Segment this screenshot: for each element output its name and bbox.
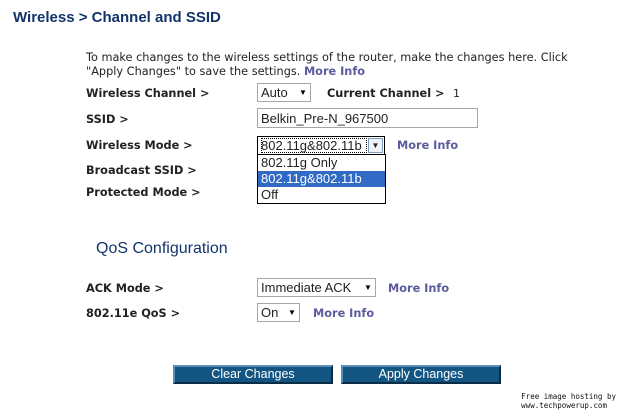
apply-changes-button[interactable]: Apply Changes [341,365,501,384]
page-title: Wireless > Channel and SSID [13,9,221,26]
ack-mode-label: ACK Mode > [86,282,164,295]
ack-mode-select[interactable]: Immediate ACK ▼ [257,278,376,297]
current-channel-value: 1 [453,87,460,100]
intro-more-info-link[interactable]: More Info [304,65,365,78]
wireless-mode-value: 802.11g&802.11b [261,138,367,153]
broadcast-ssid-label: Broadcast SSID > [86,164,197,177]
qos-80211e-value: On [261,305,279,320]
ack-mode-more-info-link[interactable]: More Info [388,282,449,295]
ssid-label: SSID > [86,113,129,126]
wireless-mode-label: Wireless Mode > [86,139,193,152]
wireless-mode-more-info-link[interactable]: More Info [397,139,458,152]
watermark-line-2: www.techpowerup.com [521,401,607,410]
chevron-down-icon: ▼ [364,283,372,292]
wireless-mode-option[interactable]: 802.11g Only [258,155,385,171]
wireless-mode-option[interactable]: Off [258,187,385,203]
chevron-down-icon: ▼ [288,308,296,317]
clear-changes-button[interactable]: Clear Changes [173,365,333,384]
wireless-channel-value: Auto [261,85,288,100]
wireless-channel-select[interactable]: Auto ▼ [257,83,311,102]
wireless-channel-label: Wireless Channel > [86,87,210,100]
ack-mode-value: Immediate ACK [261,280,352,295]
chevron-down-icon: ▼ [299,88,307,97]
qos-80211e-more-info-link[interactable]: More Info [313,307,374,320]
wireless-mode-option-selected[interactable]: 802.11g&802.11b [258,171,385,187]
intro-text: To make changes to the wireless settings… [86,51,596,79]
qos-80211e-select[interactable]: On ▼ [257,303,300,322]
wireless-mode-select[interactable]: 802.11g&802.11b ▼ [257,136,385,155]
watermark-line-1: Free image hosting by [521,392,616,401]
qos-heading: QoS Configuration [96,240,228,257]
wireless-mode-dropdown-list: 802.11g Only 802.11g&802.11b Off [257,154,386,204]
watermark: Free image hosting by www.techpowerup.co… [521,392,616,410]
qos-80211e-label: 802.11e QoS > [86,307,181,320]
ssid-input[interactable]: Belkin_Pre-N_967500 [257,108,478,128]
protected-mode-label: Protected Mode > [86,186,201,199]
current-channel-label: Current Channel > [327,87,445,100]
chevron-down-icon[interactable]: ▼ [368,138,383,153]
